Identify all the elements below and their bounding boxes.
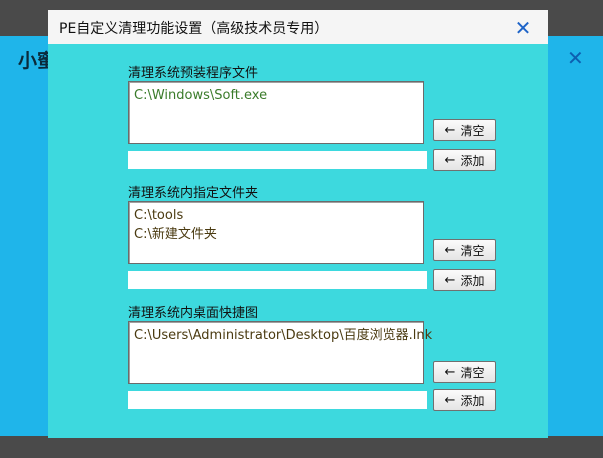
preinstalled-files-list[interactable]: C:\Windows\Soft.exe (128, 81, 424, 144)
list-item[interactable]: C:\tools (134, 206, 418, 225)
list-item[interactable]: C:\新建文件夹 (134, 225, 418, 244)
arrow-left-icon: ← (444, 152, 456, 168)
clear-button-label: 清空 (460, 123, 485, 138)
desktop-shortcuts-input[interactable] (128, 391, 427, 409)
close-icon[interactable]: ✕ (512, 17, 534, 39)
section-label-desktop-shortcuts: 清理系统内桌面快捷图 (128, 306, 259, 321)
add-button-label: 添加 (460, 273, 485, 288)
arrow-left-icon: ← (444, 364, 456, 380)
clear-button-label: 清空 (460, 365, 485, 380)
background-close-icon[interactable]: ✕ (567, 48, 584, 68)
cleanup-settings-dialog: PE自定义清理功能设置（高级技术员专用） ✕ 清理系统预装程序文件 C:\Win… (48, 10, 548, 438)
preinstalled-files-input[interactable] (128, 151, 427, 169)
arrow-left-icon: ← (444, 122, 456, 138)
add-button-desktop-shortcuts[interactable]: ← 添加 (433, 389, 496, 411)
dialog-titlebar: PE自定义清理功能设置（高级技术员专用） ✕ (48, 10, 548, 44)
clear-button-desktop-shortcuts[interactable]: ← 清空 (433, 361, 496, 383)
specified-folders-input[interactable] (128, 271, 427, 289)
specified-folders-list[interactable]: C:\tools C:\新建文件夹 (128, 201, 424, 264)
add-button-preinstalled-files[interactable]: ← 添加 (433, 149, 496, 171)
clear-button-specified-folders[interactable]: ← 清空 (433, 239, 496, 261)
list-item[interactable]: C:\Users\Administrator\Desktop\百度浏览器.lnk (134, 326, 432, 345)
arrow-left-icon: ← (444, 392, 456, 408)
clear-button-label: 清空 (460, 243, 485, 258)
add-button-label: 添加 (460, 393, 485, 408)
list-item[interactable]: C:\Windows\Soft.exe (134, 86, 418, 105)
add-button-specified-folders[interactable]: ← 添加 (433, 269, 496, 291)
section-label-preinstalled-files: 清理系统预装程序文件 (128, 66, 259, 81)
section-label-specified-folders: 清理系统内指定文件夹 (128, 186, 259, 201)
desktop-shortcuts-list[interactable]: C:\Users\Administrator\Desktop\百度浏览器.lnk (128, 321, 432, 384)
clear-button-preinstalled-files[interactable]: ← 清空 (433, 119, 496, 141)
add-button-label: 添加 (460, 153, 485, 168)
dialog-title: PE自定义清理功能设置（高级技术员专用） (59, 21, 329, 37)
arrow-left-icon: ← (444, 242, 456, 258)
arrow-left-icon: ← (444, 272, 456, 288)
